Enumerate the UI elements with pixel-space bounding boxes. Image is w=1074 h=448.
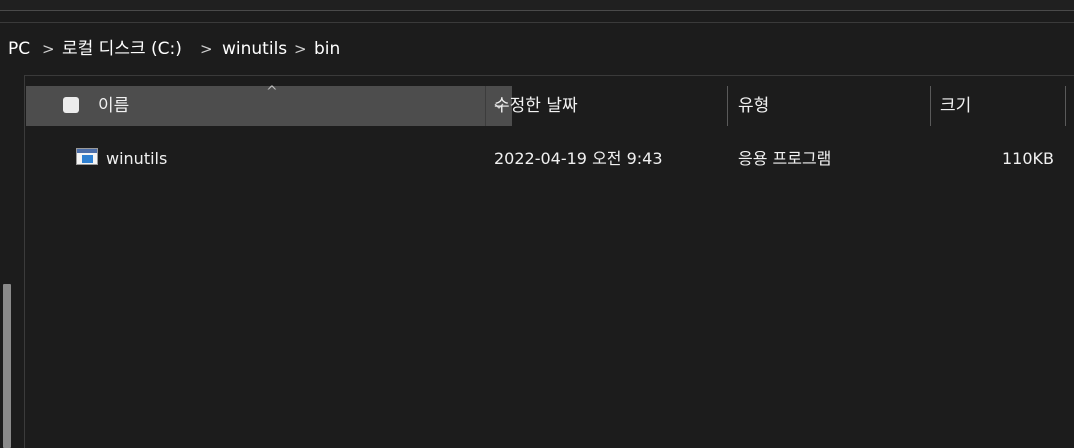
breadcrumb-separator-icon: >: [200, 40, 213, 58]
column-header-type[interactable]: 유형: [738, 95, 769, 117]
column-divider[interactable]: [727, 86, 728, 126]
breadcrumb-item-local-disk[interactable]: 로컬 디스크 (C:): [62, 39, 182, 59]
breadcrumb-separator-icon: >: [294, 40, 307, 58]
select-all-checkbox[interactable]: [63, 97, 79, 113]
title-strip: [0, 0, 1074, 11]
column-header-date-modified[interactable]: 수정한 날짜: [494, 95, 578, 117]
column-header-row: ^ 이름 수정한 날짜 유형 크기: [26, 84, 1070, 126]
file-size: 110KB: [1001, 149, 1054, 168]
breadcrumb[interactable]: PC > 로컬 디스크 (C:) > winutils > bin: [0, 22, 1074, 76]
column-divider[interactable]: [930, 86, 931, 126]
breadcrumb-item-bin[interactable]: bin: [314, 39, 340, 59]
column-header-size[interactable]: 크기: [940, 95, 971, 117]
column-header-name-label: 이름: [98, 96, 130, 116]
navigation-pane: [0, 75, 25, 448]
file-name: winutils: [106, 149, 168, 168]
column-header-name[interactable]: ^ 이름: [26, 84, 485, 126]
column-divider[interactable]: [1065, 86, 1066, 126]
breadcrumb-item-pc[interactable]: PC: [8, 39, 30, 59]
file-row[interactable]: winutils 2022-04-19 오전 9:43 응용 프로그램 110K…: [26, 140, 1070, 178]
breadcrumb-separator-icon: >: [42, 40, 55, 58]
file-type: 응용 프로그램: [738, 149, 832, 168]
sort-ascending-icon: ^: [266, 84, 278, 100]
nav-scrollbar-thumb[interactable]: [3, 284, 11, 448]
file-date-modified: 2022-04-19 오전 9:43: [494, 149, 663, 168]
breadcrumb-item-winutils[interactable]: winutils: [222, 39, 287, 59]
application-exe-icon: [76, 148, 98, 165]
